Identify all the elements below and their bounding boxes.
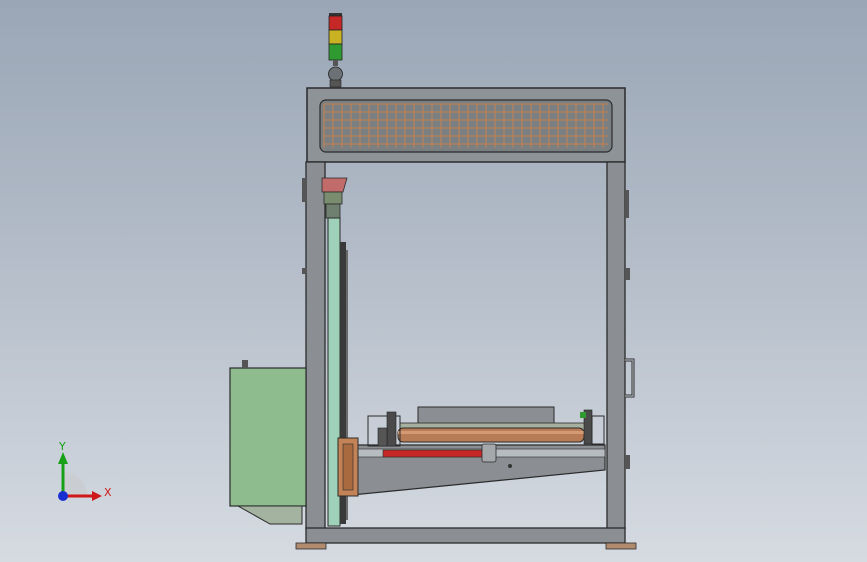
electrical-cabinet <box>229 360 307 525</box>
machine-model[interactable] <box>0 0 867 562</box>
slanted-base-arm <box>351 443 606 496</box>
signal-light-yellow <box>328 29 343 45</box>
signal-tower <box>328 13 343 88</box>
z-axis-dot <box>58 491 68 501</box>
bracket-flange <box>337 437 359 497</box>
y-axis-arrowhead <box>58 452 68 464</box>
roller-assembly <box>367 406 605 447</box>
coordinate-triad: Y X <box>40 440 120 510</box>
top-header-box <box>306 87 626 163</box>
x-axis-label: X <box>104 486 112 499</box>
y-axis-label: Y <box>59 440 66 453</box>
signal-light-red <box>328 15 343 31</box>
x-axis-arrowhead <box>92 491 102 501</box>
signal-light-green <box>328 43 343 61</box>
cad-viewport[interactable]: Y X <box>0 0 867 562</box>
